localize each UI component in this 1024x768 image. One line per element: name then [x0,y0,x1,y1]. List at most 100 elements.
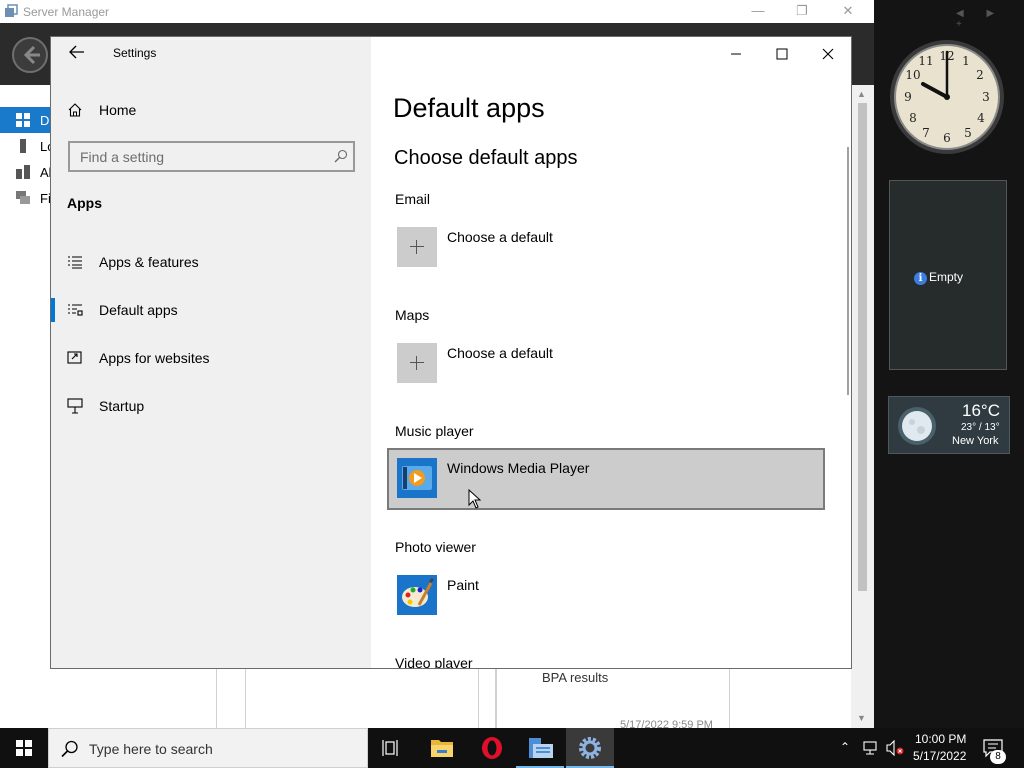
sm-bpa-label[interactable]: BPA results [542,670,608,685]
plus-icon [397,227,437,267]
svg-text:8: 8 [909,111,917,125]
svg-text:11: 11 [918,54,933,68]
apps-websites-icon [67,351,82,364]
content-scrollbar[interactable] [847,147,849,395]
svg-text:10: 10 [905,68,920,82]
close-icon [822,48,834,60]
sm-close-button[interactable]: ✕ [836,2,860,20]
gadget-nav-arrows-icon[interactable]: ◀ ▶ + [956,8,1024,30]
server-manager-taskbar-button[interactable] [516,728,564,768]
nav-default-apps[interactable]: Default apps [51,294,371,326]
svg-text:9: 9 [904,90,912,104]
sm-tiles-area [50,668,851,728]
settings-content: Default apps Choose default apps Email C… [371,37,851,668]
email-default-button[interactable]: Choose a default [387,217,825,279]
file-explorer-icon [431,740,453,757]
file-explorer-button[interactable] [418,728,466,768]
server-icon [20,139,26,153]
server-manager-icon [529,738,553,758]
minimize-button[interactable] [713,39,759,69]
svg-text:6: 6 [943,131,951,145]
windows-media-player-icon [397,458,437,498]
opera-icon [482,737,502,759]
server-manager-title: Server Manager [23,5,110,19]
nav-home[interactable]: Home [51,94,371,126]
slideshow-empty-label: i Empty [914,270,963,285]
sm-scrollbar[interactable]: ▲ ▼ [851,85,874,728]
svg-text:1: 1 [962,54,970,68]
server-manager-icon [5,4,18,17]
nav-apps-websites[interactable]: Apps for websites [51,342,371,374]
category-email-label: Email [395,191,431,207]
servers-icon [16,165,30,179]
task-view-button[interactable] [368,728,416,768]
startup-icon [67,398,83,414]
sm-scroll-thumb[interactable] [858,103,867,591]
category-maps-label: Maps [395,307,430,323]
sm-nav-local[interactable]: Lo [0,133,54,159]
maps-default-button[interactable]: Choose a default [387,333,825,395]
category-photo-label: Photo viewer [395,539,476,555]
page-title: Default apps [393,93,545,123]
scroll-up-icon[interactable]: ▲ [857,89,866,99]
search-icon [61,740,78,758]
close-button[interactable] [805,39,851,69]
volume-muted-icon[interactable] [886,740,904,756]
sm-restore-button[interactable]: ❐ [790,2,814,20]
svg-text:7: 7 [922,126,930,140]
maximize-icon [776,48,788,60]
paint-icon [397,575,437,615]
network-icon[interactable] [862,740,878,756]
weather-temperature: 16°C [962,401,1000,420]
notification-count-badge: 8 [990,750,1006,764]
taskbar-date[interactable]: 5/17/2022 [913,749,966,763]
info-icon: i [914,272,927,285]
apps-features-icon [68,256,82,269]
taskbar-search-box[interactable]: Type here to search [48,728,368,768]
taskbar: Type here to search ⌃ 10:00 PM 5/17/2022… [0,728,1024,768]
photo-viewer-button[interactable]: Paint [387,565,825,627]
scroll-down-icon[interactable]: ▼ [857,713,866,723]
dashboard-icon [16,113,30,127]
back-button[interactable] [69,44,85,65]
settings-title: Settings [113,46,157,60]
find-setting-input[interactable]: Find a setting [68,141,355,172]
taskbar-time[interactable]: 10:00 PM [915,732,966,746]
svg-text:4: 4 [977,111,985,125]
settings-window: Settings Home Find a setting Apps Apps &… [50,36,852,669]
settings-sidebar: Settings Home Find a setting Apps Apps &… [51,37,371,668]
page-subtitle: Choose default apps [394,147,578,169]
default-apps-icon [68,304,83,316]
sm-nav-all[interactable]: Al [0,159,52,185]
music-player-button[interactable]: Windows Media Player [387,448,825,510]
plus-icon [397,343,437,383]
search-placeholder: Find a setting [80,149,165,165]
search-icon[interactable] [334,149,348,163]
section-heading: Apps [67,195,102,211]
windows-logo-icon [16,740,32,756]
settings-taskbar-button[interactable] [566,728,614,768]
opera-button[interactable] [468,728,516,768]
mouse-cursor-icon [468,489,482,509]
weather-city: New York [952,435,999,447]
svg-text:3: 3 [982,90,990,104]
nav-startup[interactable]: Startup [51,390,371,422]
svg-text:5: 5 [964,126,972,140]
nav-apps-features[interactable]: Apps & features [51,246,371,278]
sm-nav-file[interactable]: Fi [0,185,51,211]
arrow-left-icon [69,45,84,59]
chevron-up-icon[interactable]: ⌃ [840,740,850,754]
arrow-left-icon [23,45,40,65]
sm-tile [216,668,246,728]
category-music-label: Music player [395,423,474,439]
sm-nav-dashboard[interactable]: D [0,107,50,133]
moon-icon [898,407,936,445]
sm-minimize-button[interactable]: — [746,2,770,20]
weather-range: 23° / 13° [961,422,1000,433]
settings-gear-icon [579,737,601,759]
sm-back-button[interactable] [12,37,48,73]
server-manager-titlebar: Server Manager — ❐ ✕ [0,0,874,23]
start-button[interactable] [0,728,48,768]
clock-gadget: 1212 345 678 91011 [890,40,1004,154]
maximize-button[interactable] [759,39,805,69]
